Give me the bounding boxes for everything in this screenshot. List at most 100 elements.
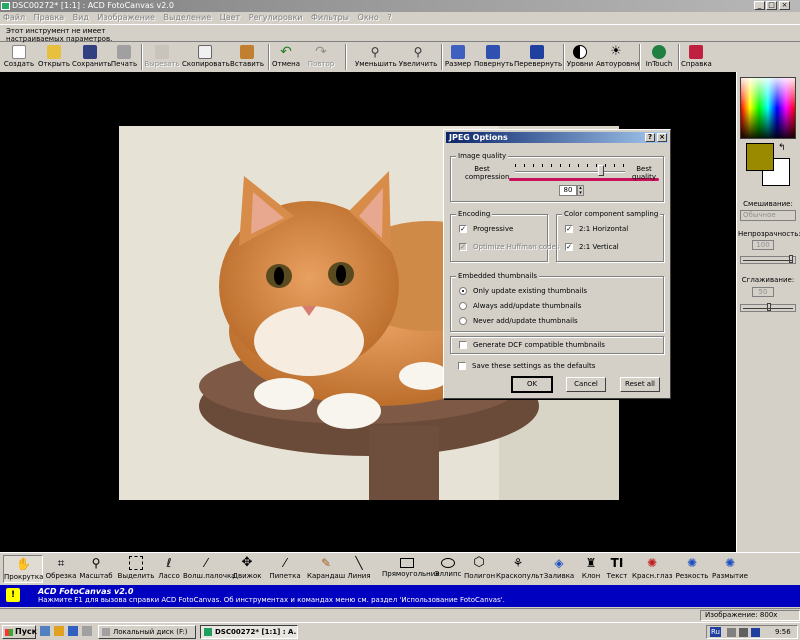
cancel-button[interactable]: Cancel [566,377,606,392]
always-add-radio[interactable] [459,302,467,310]
quicklaunch-icon-1[interactable] [40,626,50,636]
tool-move[interactable]: ✥ Движок [231,555,263,583]
opacity-slider-thumb[interactable] [789,255,793,263]
dialog-title-bar[interactable]: JPEG Options ? × [446,132,668,143]
tool-rectangle[interactable]: Прямоугольник [382,555,440,583]
tray-icon-1[interactable] [727,628,736,637]
smoothing-slider[interactable] [740,303,796,312]
redo-button[interactable]: ↷ Повтор [306,43,336,71]
generate-dcf-label: Generate DCF compatible thumbnails [473,341,605,349]
paste-button[interactable]: Вставить [229,43,265,71]
title-bar[interactable]: DSC00272* [1:1] : ACD FotoCanvas v2.0 _ … [0,0,800,12]
smoothing-slider-thumb[interactable] [767,303,771,311]
tool-zoom[interactable]: ⚲ Масштаб [79,555,113,583]
dialog-help-button[interactable]: ? [645,133,655,142]
opacity-slider[interactable] [740,255,796,264]
save-defaults-checkbox[interactable] [458,362,466,370]
save-button[interactable]: Сохранить [72,43,111,71]
zoom-in-button[interactable]: ⚲ Увеличить [398,43,438,71]
menu-view[interactable]: Вид [73,13,89,22]
embedded-thumbnails-group: Embedded thumbnails Only update existing… [450,272,664,332]
rotate-button[interactable]: Повернуть [474,43,513,71]
dialog-close-button[interactable]: × [657,133,667,142]
menu-image[interactable]: Изображение [97,13,155,22]
tool-blur[interactable]: ✺ Размытие [712,555,748,583]
reset-all-button[interactable]: Reset all [620,377,660,392]
language-indicator[interactable]: Ru [710,627,721,637]
resize-button[interactable]: Размер [444,43,472,71]
smoothing-spinner[interactable]: 50 [752,287,774,297]
tool-lasso[interactable]: ℓ Лассо [157,555,181,583]
help-button[interactable]: Справка [681,43,712,71]
menu-edit[interactable]: Правка [34,13,64,22]
quality-value-input[interactable]: 80 [559,185,577,196]
quicklaunch-icon-3[interactable] [68,626,78,636]
tool-sharpen[interactable]: ✺ Резкость [674,555,710,583]
new-button[interactable]: Создать [3,43,35,71]
menu-help[interactable]: ? [387,13,391,22]
menu-color[interactable]: Цвет [220,13,241,22]
maximize-button[interactable]: □ [766,1,777,10]
tool-options-bar: Этот инструмент не имеет настраиваемых п… [0,24,800,43]
tool-clone[interactable]: ♜ Клон [580,555,602,583]
only-update-radio[interactable] [459,287,467,295]
optimize-huffman-checkbox[interactable]: ✓ [459,243,467,251]
quality-slider[interactable] [515,163,625,177]
quality-spin-buttons[interactable]: ▴ ▾ [577,185,584,196]
tool-ellipse[interactable]: Эллипс [434,555,462,583]
ok-button[interactable]: OK [511,376,553,393]
start-button[interactable]: Пуск [2,625,37,639]
copy-button[interactable]: Скопировать [182,43,230,71]
blend-select[interactable]: Обычное [740,210,796,221]
cut-button[interactable]: Вырезать [144,43,180,71]
swap-colors-icon[interactable]: ↰ [778,143,786,153]
quicklaunch-icon-4[interactable] [82,626,92,636]
task-fotocanvas[interactable]: DSC00272* [1:1] : A... [200,625,298,639]
tool-select[interactable]: Выделить [117,555,155,583]
tool-text[interactable]: TI Текст [604,555,630,583]
tool-eyedropper[interactable]: ⁄ Пипетка [269,555,301,583]
resize-icon [451,45,465,59]
tool-red-eye[interactable]: ✺ Красн.глаз [632,555,673,583]
menu-selection[interactable]: Выделение [164,13,212,22]
auto-levels-button[interactable]: ☀ Автоуровни [596,43,639,71]
tool-magic-wand[interactable]: ⁄ Волш.палочка [183,555,235,583]
menu-window[interactable]: Окно [358,13,379,22]
menu-file[interactable]: Файл [3,13,25,22]
clock[interactable]: 9:56 [775,626,791,638]
generate-dcf-checkbox[interactable] [459,341,467,349]
close-button[interactable]: × [779,1,790,10]
color-palette[interactable] [740,77,796,139]
intouch-button[interactable]: InTouch [643,43,675,71]
print-button[interactable]: Печать [110,43,138,71]
undo-button[interactable]: ↶ Отмена [272,43,300,71]
tool-polygon[interactable]: ⬡ Полигон [464,555,495,583]
tool-pencil[interactable]: ✎ Карандаш [307,555,345,583]
levels-button[interactable]: Уровни [566,43,594,71]
tool-scroll[interactable]: ✋ Прокрутка [3,555,43,583]
flip-button[interactable]: Перевернуть [514,43,562,71]
never-add-radio[interactable] [459,317,467,325]
tool-crop[interactable]: ⌗ Обрезка [45,555,77,583]
menu-filters[interactable]: Фильтры [311,13,349,22]
zoom-out-button[interactable]: ⚲ Уменьшить [355,43,397,71]
opacity-spinner[interactable]: 100 [752,240,774,250]
globe-icon [652,45,666,59]
progressive-checkbox[interactable]: ✓ [459,225,467,233]
hand-icon: ✋ [16,557,31,571]
foreground-color-swatch[interactable] [746,143,774,171]
opacity-label: Непрозрачность: [738,230,800,238]
tool-fill[interactable]: ◈ Заливка [542,555,576,583]
tray-icon-2[interactable] [739,628,748,637]
open-button[interactable]: Открыть [37,43,71,71]
tool-airbrush[interactable]: ⚘ Краскопульт [496,555,543,583]
task-local-disk[interactable]: Локальный диск (F:) [98,625,196,639]
quicklaunch-icon-2[interactable] [54,626,64,636]
minimize-button[interactable]: _ [754,1,765,10]
horizontal-checkbox[interactable]: ✓ [565,225,573,233]
quality-slider-thumb[interactable] [598,165,605,176]
tool-line[interactable]: ╲ Линия [347,555,371,583]
vertical-checkbox[interactable]: ✓ [565,243,573,251]
tray-icon-3[interactable] [751,628,760,637]
menu-adjust[interactable]: Регулировки [249,13,303,22]
